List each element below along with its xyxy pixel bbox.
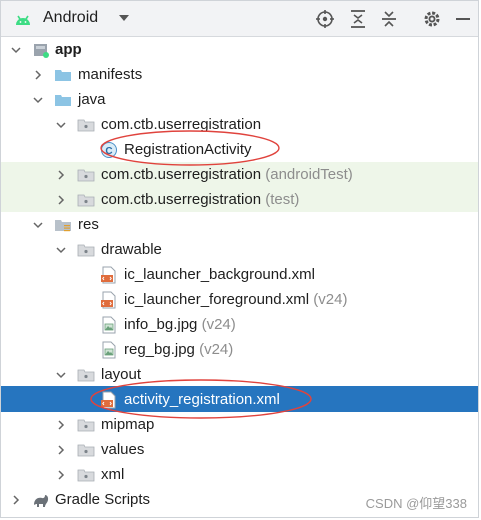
gear-icon[interactable] <box>422 9 442 29</box>
tree-item-java[interactable]: java <box>1 87 478 112</box>
tree-item-label: res <box>78 216 99 233</box>
chevron-down-icon[interactable] <box>32 94 44 106</box>
image-file-icon <box>102 341 116 359</box>
project-view-selector[interactable]: Android <box>43 9 98 27</box>
source-folder-icon <box>55 95 71 106</box>
tree-item-label: manifests <box>78 66 143 83</box>
folder-icon <box>77 444 95 457</box>
resource-folder-icon <box>55 220 71 232</box>
tree-item-label: reg_bg.jpg (v24) <box>124 341 234 358</box>
annotation-oval <box>90 379 312 419</box>
package-icon <box>77 194 95 207</box>
chevron-down-icon[interactable] <box>55 244 67 256</box>
project-toolbar: Android <box>1 1 478 37</box>
watermark: CSDN @仰望338 <box>365 496 467 511</box>
tree-item-label: drawable <box>101 241 162 258</box>
tree-item-values[interactable]: values <box>1 437 478 462</box>
chevron-down-icon[interactable] <box>117 13 131 23</box>
chevron-right-icon[interactable] <box>55 194 67 206</box>
package-icon <box>77 119 95 132</box>
package-icon <box>77 169 95 182</box>
tree-item-label: java <box>78 91 106 108</box>
tree-item-label: xml <box>101 466 125 483</box>
tree-item-manifests[interactable]: manifests <box>1 62 478 87</box>
chevron-right-icon[interactable] <box>55 419 67 431</box>
xml-file-icon <box>101 266 116 284</box>
tree-item-drawable[interactable]: drawable <box>1 237 478 262</box>
tree-item-xml[interactable]: xml <box>1 462 478 487</box>
tree-item-label: ic_launcher_foreground.xml (v24) <box>124 291 348 308</box>
gradle-icon <box>34 495 49 507</box>
tree-item-label: com.ctb.userregistration (test) <box>101 191 300 208</box>
folder-icon <box>55 70 71 81</box>
chevron-down-icon[interactable] <box>55 369 67 381</box>
folder-icon <box>77 469 95 482</box>
tree-item-label: com.ctb.userregistration (androidTest) <box>101 166 353 183</box>
tree-item-label: ic_launcher_background.xml <box>124 266 315 283</box>
annotation-oval <box>100 130 280 166</box>
folder-icon <box>77 244 95 257</box>
android-icon <box>16 15 30 25</box>
tree-item-label: Gradle Scripts <box>55 491 151 508</box>
tree-item-res[interactable]: res <box>1 212 478 237</box>
chevron-down-icon[interactable] <box>10 44 22 56</box>
chevron-right-icon[interactable] <box>10 494 22 506</box>
xml-file-icon <box>101 291 116 309</box>
tree-item-label: app <box>55 41 82 58</box>
chevron-right-icon[interactable] <box>32 69 44 81</box>
chevron-right-icon[interactable] <box>55 169 67 181</box>
module-icon <box>34 44 49 58</box>
chevron-right-icon[interactable] <box>55 469 67 481</box>
tree-item-label: values <box>101 441 145 458</box>
chevron-down-icon[interactable] <box>32 219 44 231</box>
tree-item-label: info_bg.jpg (v24) <box>124 316 236 333</box>
image-file-icon <box>102 316 116 334</box>
collapse-all-icon[interactable] <box>379 9 399 29</box>
tree-item-reg-bg[interactable]: reg_bg.jpg (v24) <box>1 337 478 362</box>
tree-item-ic-launcher-background[interactable]: ic_launcher_background.xml <box>1 262 478 287</box>
minimize-icon[interactable] <box>453 9 473 29</box>
chevron-right-icon[interactable] <box>55 444 67 456</box>
tree-item-app[interactable]: app <box>1 37 478 62</box>
expand-all-icon[interactable] <box>348 9 368 29</box>
locate-icon[interactable] <box>315 9 335 29</box>
tree-item-package-test[interactable]: com.ctb.userregistration (test) <box>1 187 478 212</box>
chevron-down-icon[interactable] <box>55 119 67 131</box>
tree-item-ic-launcher-foreground[interactable]: ic_launcher_foreground.xml (v24) <box>1 287 478 312</box>
tree-item-info-bg[interactable]: info_bg.jpg (v24) <box>1 312 478 337</box>
